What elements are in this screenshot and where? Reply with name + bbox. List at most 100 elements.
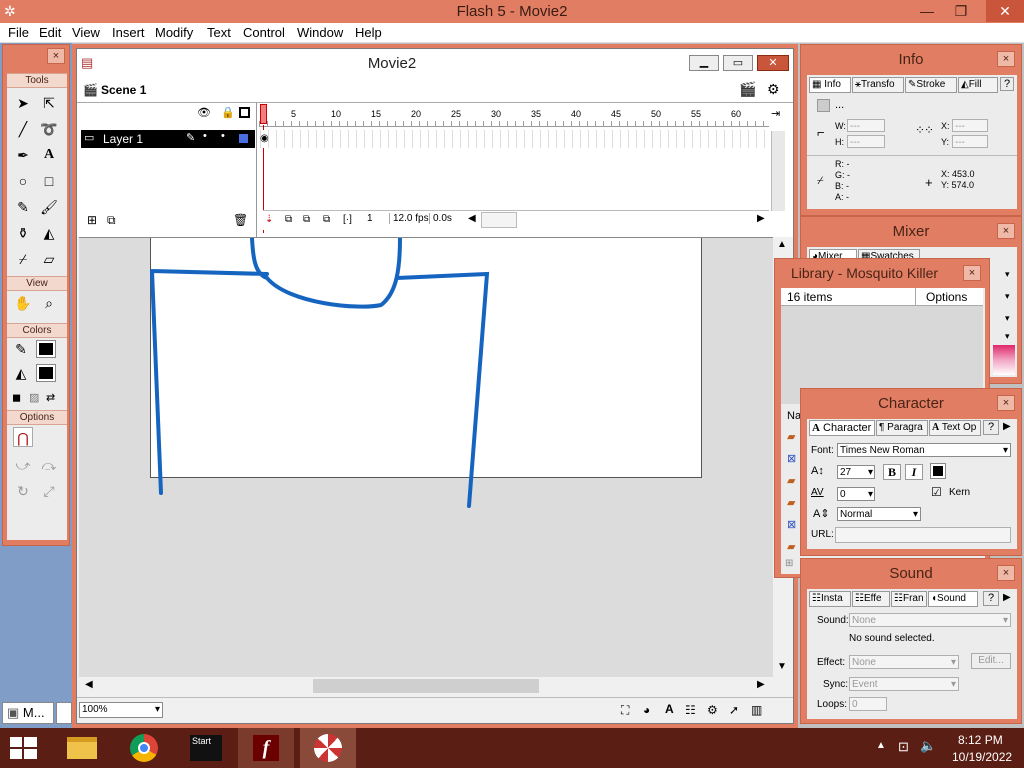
library-close-button[interactable]: × <box>963 265 981 281</box>
layer-visible-dot[interactable]: • <box>203 130 207 142</box>
layer-lock-dot[interactable]: • <box>221 130 225 142</box>
sound-close-button[interactable]: × <box>997 565 1015 581</box>
show-hide-icon[interactable]: 👁 <box>197 106 211 119</box>
movie-close-button[interactable]: ✕ <box>757 55 789 71</box>
tab-effect[interactable]: ☷Effe <box>852 591 890 607</box>
zoom-tool-icon[interactable]: ⌕ <box>39 293 59 313</box>
clock-time[interactable]: 8:12 PM <box>958 733 1003 747</box>
tab-stroke[interactable]: ✎Stroke <box>905 77 957 93</box>
delete-layer-icon[interactable]: 🗑 <box>233 213 248 227</box>
tab-paragraph[interactable]: ¶ Paragra <box>876 420 928 436</box>
font-size-field[interactable]: 27 ▾ <box>837 465 875 479</box>
edit-multiple-icon[interactable]: ⧉ <box>323 214 330 225</box>
minimized-window-2[interactable] <box>56 702 72 724</box>
scroll-down-icon[interactable]: ▼ <box>777 661 787 672</box>
mixer-close-button[interactable]: × <box>997 223 1015 239</box>
instance-launcher-icon[interactable]: ☷ <box>685 703 696 717</box>
info-close-button[interactable]: × <box>997 51 1015 67</box>
library-item-icon[interactable]: ▰ <box>787 540 795 553</box>
hscroll-thumb[interactable] <box>313 679 539 693</box>
baseline-select[interactable]: Normal ▾ <box>837 507 921 521</box>
tab-character[interactable]: A Character <box>809 420 875 436</box>
add-guide-layer-icon[interactable]: ⧉ <box>107 213 116 228</box>
pen-tool-icon[interactable]: ✒ <box>13 145 33 165</box>
maximize-button[interactable]: ❐ <box>944 0 978 22</box>
italic-button[interactable]: I <box>905 464 923 480</box>
brush-tool-icon[interactable]: 🖌 <box>39 197 59 217</box>
subselect-tool-icon[interactable]: ⇱ <box>39 93 59 113</box>
text-color-swatch[interactable] <box>930 463 946 479</box>
fill-color-swatch[interactable] <box>36 364 56 382</box>
close-button[interactable]: ✕ <box>986 0 1024 22</box>
stroke-color-swatch[interactable] <box>36 340 56 358</box>
center-frame-icon[interactable]: ⇣ <box>265 214 273 225</box>
library-item-icon[interactable]: ⊠ <box>787 518 796 531</box>
library-item-icon[interactable]: ▰ <box>787 430 795 443</box>
font-select[interactable]: Times New Roman ▾ <box>837 443 1011 457</box>
flash5-taskbar-icon[interactable] <box>300 728 356 768</box>
menu-view[interactable]: View <box>72 25 100 40</box>
menu-insert[interactable]: Insert <box>112 25 145 40</box>
onion-outline-icon[interactable]: ⧉ <box>303 214 310 225</box>
tools-close-button[interactable]: × <box>47 48 65 64</box>
menu-help[interactable]: Help <box>355 25 382 40</box>
outline-icon[interactable] <box>239 107 250 118</box>
scene-name[interactable]: Scene 1 <box>101 83 146 97</box>
tab-instance[interactable]: ☷Insta <box>809 591 851 607</box>
keyframe-icon[interactable]: ◉ <box>260 133 269 144</box>
info-help-icon[interactable]: ? <box>1000 77 1014 91</box>
clock-date[interactable]: 10/19/2022 <box>952 750 1012 764</box>
windows-start-icon[interactable] <box>10 737 38 759</box>
new-symbol-icon[interactable]: ⊞ <box>785 558 793 569</box>
zoom-select[interactable]: 100% ▾ <box>79 702 163 718</box>
effect-select[interactable]: None ▾ <box>849 655 959 669</box>
mixer-dropdown-1[interactable]: ▾ <box>1005 269 1010 280</box>
tab-frame[interactable]: ☷Fran <box>891 591 927 607</box>
library-launcher-icon[interactable]: ▥ <box>751 703 762 717</box>
default-colors-icon[interactable]: ◼ <box>12 391 21 404</box>
paint-bucket-tool-icon[interactable]: ◭ <box>39 223 59 243</box>
timeline-scroll-right[interactable]: ▶ <box>757 213 765 224</box>
tab-text-options[interactable]: A Text Op <box>929 420 981 436</box>
scroll-up-icon[interactable]: ▲ <box>777 239 787 250</box>
w-field[interactable]: --- <box>847 119 885 132</box>
eraser-tool-icon[interactable]: ▱ <box>39 249 59 269</box>
actions-launcher-icon[interactable]: ➚ <box>729 703 739 717</box>
menu-file[interactable]: File <box>8 25 29 40</box>
character-help-icon[interactable]: ? <box>983 420 999 435</box>
onion-skin-icon[interactable]: ⧉ <box>285 214 292 225</box>
registration-grid-icon[interactable]: ⁘⁘ <box>915 123 934 137</box>
line-tool-icon[interactable]: ╱ <box>13 119 33 139</box>
no-color-icon[interactable]: ▨ <box>29 391 39 404</box>
rectangle-tool-icon[interactable]: □ <box>39 171 59 191</box>
file-explorer-icon[interactable] <box>54 728 110 768</box>
layer-row[interactable]: ▭ Layer 1 ✎ • • <box>81 130 255 148</box>
lasso-tool-icon[interactable]: ➰ <box>39 119 59 139</box>
modify-markers-icon[interactable]: [·] <box>343 214 352 225</box>
mixer-dropdown-2[interactable]: ▾ <box>1005 291 1010 302</box>
flash-taskbar-icon[interactable]: f <box>238 728 294 768</box>
menu-window[interactable]: Window <box>297 25 343 40</box>
tracking-field[interactable]: 0 ▾ <box>837 487 875 501</box>
sound-select[interactable]: None ▾ <box>849 613 1011 627</box>
tab-fill[interactable]: ◭Fill <box>958 77 998 93</box>
sound-help-icon[interactable]: ? <box>983 591 999 606</box>
menu-edit[interactable]: Edit <box>39 25 61 40</box>
timeline-menu-icon[interactable]: ⇥ <box>771 107 780 120</box>
library-item-icon[interactable]: ▰ <box>787 496 795 509</box>
lock-icon[interactable]: 🔒 <box>221 106 235 119</box>
loops-field[interactable]: 0 <box>849 697 887 711</box>
hand-tool-icon[interactable]: ✋ <box>13 293 33 313</box>
mixer-dropdown-4[interactable]: ▾ <box>1005 331 1010 342</box>
library-options-menu[interactable]: Options <box>915 288 967 305</box>
kern-checkbox[interactable]: ☑ <box>931 485 942 499</box>
edit-symbols-icon[interactable]: ⚙ <box>767 81 780 98</box>
mixer-dropdown-3[interactable]: ▾ <box>1005 313 1010 324</box>
color-spectrum[interactable] <box>993 345 1015 375</box>
minimized-window[interactable]: ▣ M... <box>2 702 54 724</box>
scroll-left-icon[interactable]: ◀ <box>85 679 93 690</box>
url-field[interactable] <box>835 527 1011 543</box>
stage-hscrollbar[interactable]: ◀ ▶ <box>79 677 773 695</box>
edit-envelope-button[interactable]: Edit... <box>971 653 1011 669</box>
frame-ruler[interactable]: 5 10 15 20 25 30 35 40 45 50 55 60 <box>259 103 769 127</box>
